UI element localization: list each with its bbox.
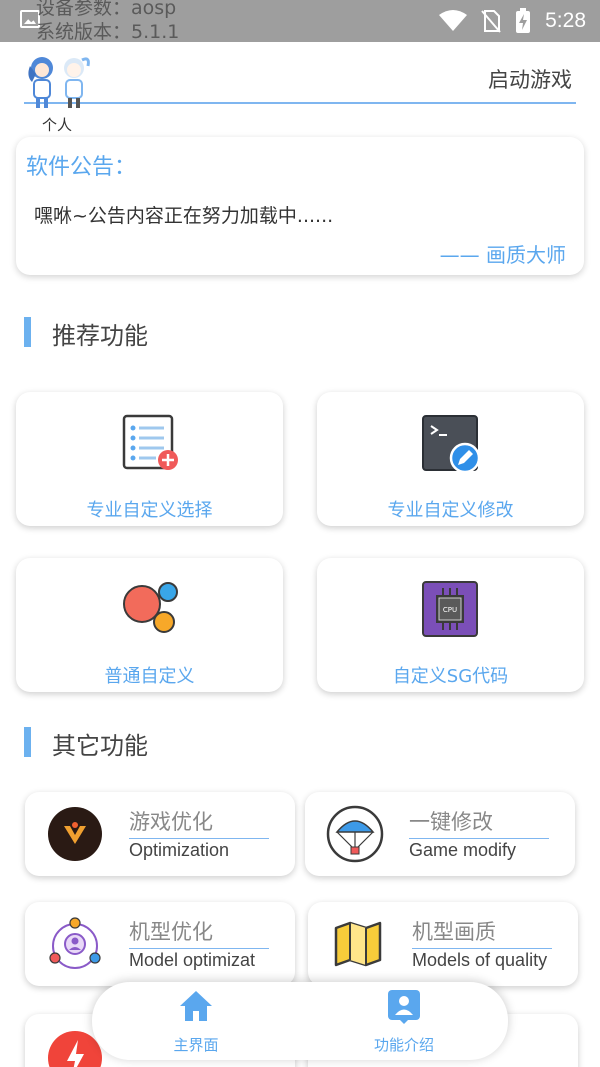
item-title: 一键修改 <box>409 806 549 839</box>
item-model-quality[interactable]: 机型画质 Models of quality <box>308 902 578 986</box>
bubbles-icon <box>122 582 178 633</box>
svg-text:CPU: CPU <box>442 606 456 614</box>
card-pro-custom-modify[interactable]: 专业自定义修改 <box>317 392 584 526</box>
item-game-optimization[interactable]: 游戏优化 Optimization <box>25 792 295 876</box>
nav-label: 功能介绍 <box>373 1036 434 1054</box>
item-model-optimization[interactable]: 机型优化 Model optimizat <box>25 902 295 986</box>
item-subtitle: Model optimizat <box>129 950 256 970</box>
terminal-edit-icon <box>421 415 480 474</box>
notice-title: 软件公告： <box>26 155 137 180</box>
device-info-text: 设备参数：aosp <box>36 0 177 19</box>
card-label: 普通自定义 <box>104 666 195 687</box>
section-other: 其它功能 <box>24 726 324 760</box>
bottom-nav: 主界面 功能介绍 <box>92 982 508 1060</box>
section-bar <box>24 317 31 347</box>
card-label: 专业自定义选择 <box>86 500 213 521</box>
battery-charging-icon <box>516 8 531 33</box>
section-recommended: 推荐功能 <box>24 316 324 350</box>
home-icon <box>180 991 212 1021</box>
nav-label: 主界面 <box>173 1036 219 1054</box>
notice-card: 软件公告： 嘿咻~公告内容正在努力加载中...... —— 画质大师 <box>16 137 584 275</box>
avatar-label: 个人 <box>42 116 73 134</box>
map-icon <box>334 921 382 967</box>
list-add-icon <box>122 414 178 470</box>
card-normal-custom[interactable]: 普通自定义 <box>16 558 283 692</box>
nav-home[interactable]: 主界面 <box>136 988 256 1055</box>
item-title: 游戏优化 <box>129 806 269 839</box>
item-subtitle: Optimization <box>129 840 230 860</box>
card-label: 专业自定义修改 <box>387 500 514 521</box>
item-title: 机型画质 <box>412 916 552 949</box>
parachute-icon <box>326 805 384 863</box>
section-title: 推荐功能 <box>52 322 148 350</box>
profile-card-icon <box>388 990 420 1024</box>
user-network-icon <box>49 917 101 969</box>
notice-signature: —— 画质大师 <box>439 243 566 267</box>
launch-game-button[interactable]: 启动游戏 <box>488 64 572 94</box>
status-bar: 设备参数：aosp 系统版本：5.1.1 5:28 <box>0 0 600 43</box>
item-subtitle: Models of quality <box>412 950 548 970</box>
header: 启动游戏 <box>24 52 576 108</box>
notice-body: 嘿咻~公告内容正在努力加载中...... <box>34 205 334 227</box>
card-custom-sg-code[interactable]: CPU 自定义SG代码 <box>317 558 584 692</box>
nav-features[interactable]: 功能介绍 <box>344 988 464 1055</box>
clock: 5:28 <box>545 9 586 32</box>
section-bar <box>24 727 31 757</box>
avatar[interactable] <box>24 54 96 110</box>
item-one-key-modify[interactable]: 一键修改 Game modify <box>305 792 575 876</box>
wifi-icon <box>439 10 468 31</box>
cpu-icon: CPU <box>421 581 478 637</box>
system-version-text: 系统版本：5.1.1 <box>36 21 180 43</box>
item-subtitle: Game modify <box>409 840 517 860</box>
section-title: 其它功能 <box>52 732 148 760</box>
card-pro-custom-select[interactable]: 专业自定义选择 <box>16 392 283 526</box>
logo-v-icon <box>48 807 102 861</box>
no-sim-icon <box>481 10 501 33</box>
item-title: 机型优化 <box>129 916 269 949</box>
card-label: 自定义SG代码 <box>392 666 509 687</box>
